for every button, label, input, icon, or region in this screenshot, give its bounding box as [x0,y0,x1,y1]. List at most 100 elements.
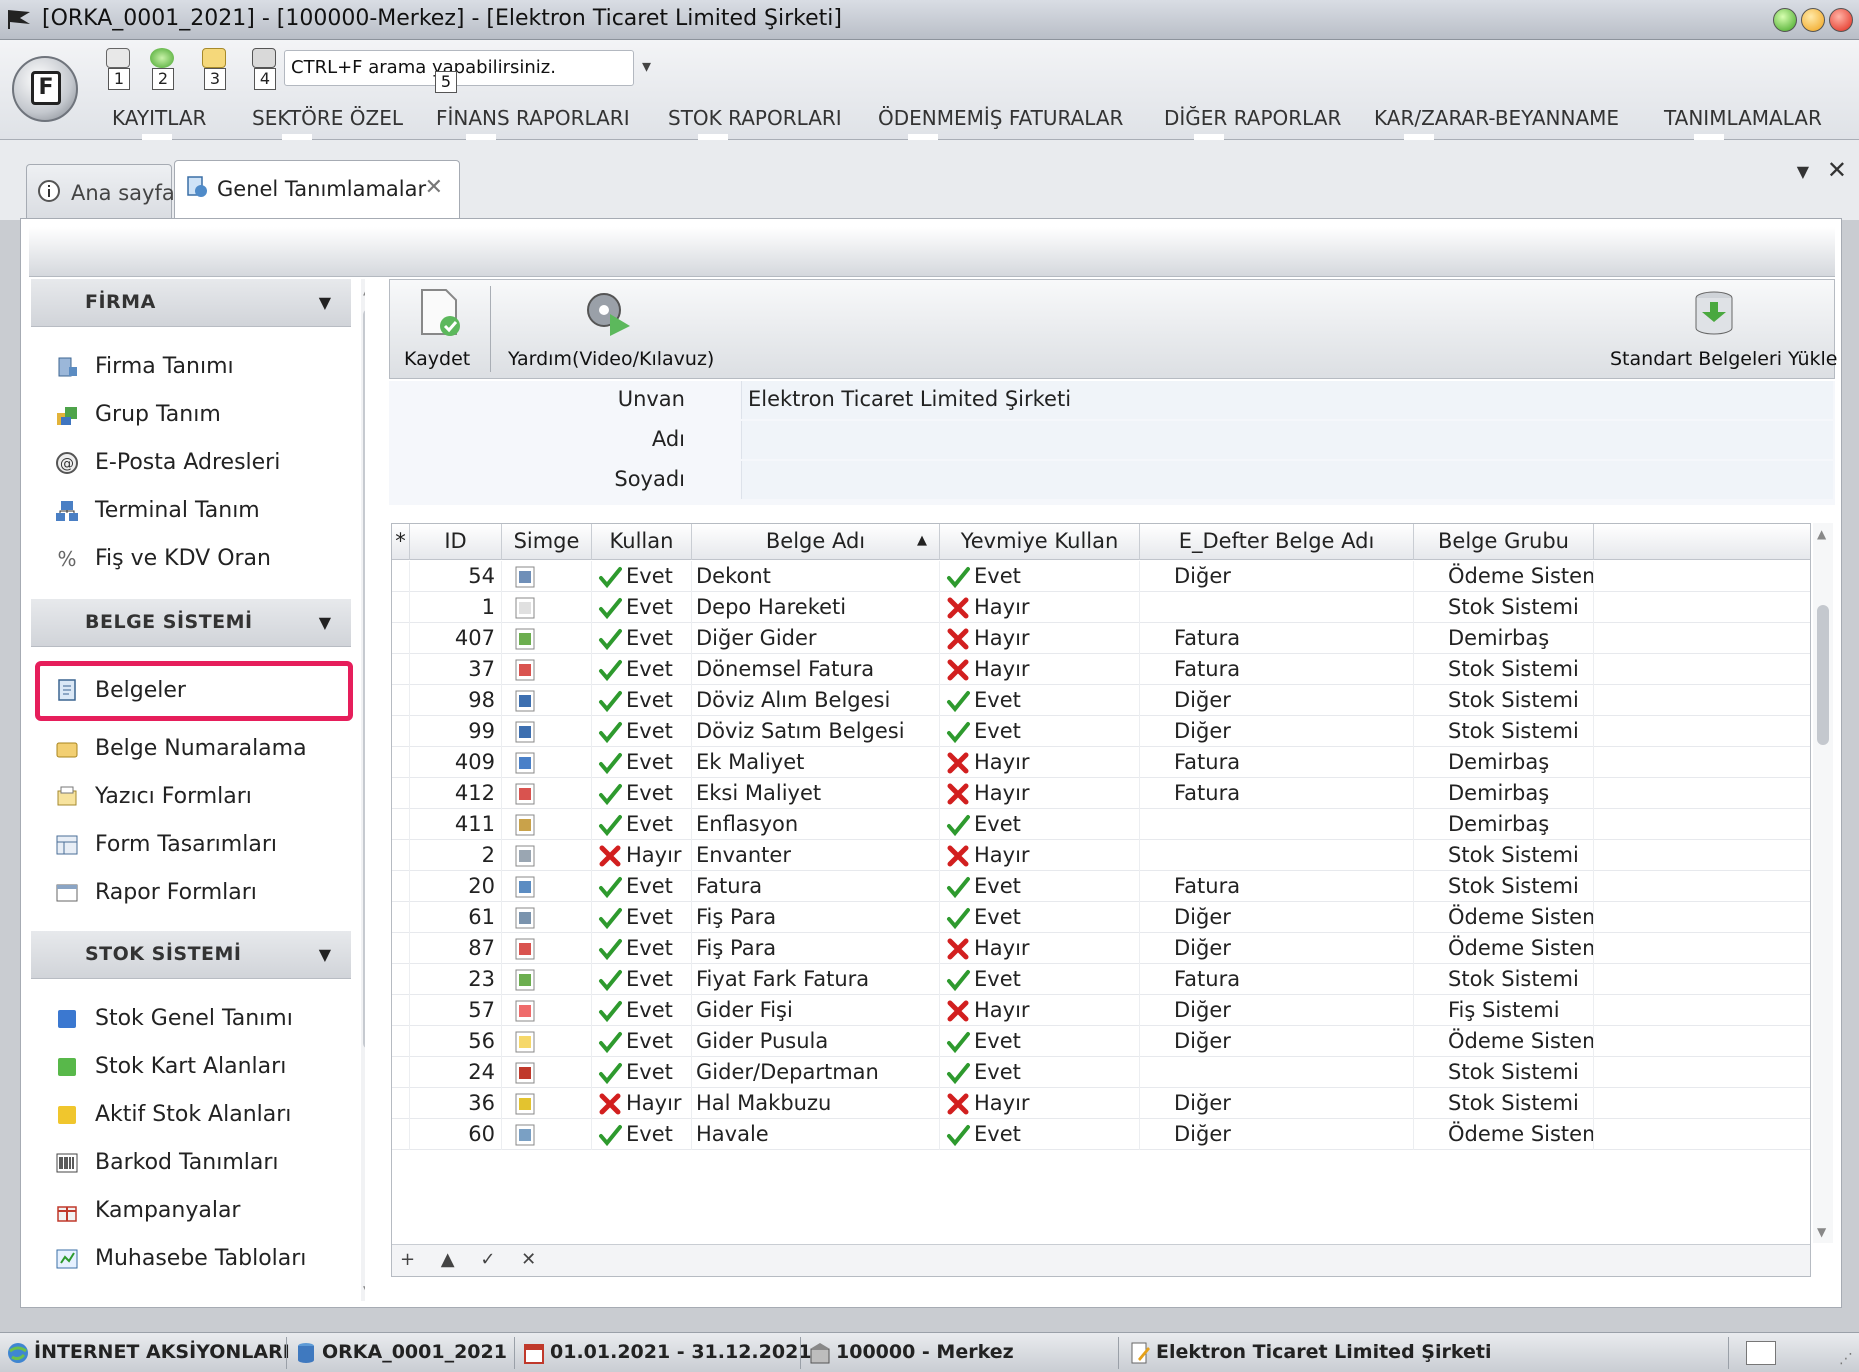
cell-e-defter-belge-adi[interactable]: Fatura [1140,623,1414,654]
cell-kullan[interactable]: Evet [592,623,692,654]
cell-id[interactable]: 54 [410,561,502,592]
maximize-button[interactable] [1801,8,1825,32]
cell-id[interactable]: 2 [410,840,502,871]
nav-item-belgeler[interactable]: Belgeler [35,661,353,721]
cell-kullan[interactable]: Evet [592,964,692,995]
cell-yevmiye-kullan[interactable]: Evet [940,1057,1140,1088]
unvan-field[interactable]: Elektron Ticaret Limited Şirketi [741,381,1833,419]
cell-belge-grubu[interactable]: Stok Sistemi [1414,964,1594,995]
minimize-button[interactable] [1773,8,1797,32]
cell-e-defter-belge-adi[interactable]: Diğer [1140,933,1414,964]
nav-item-aktif-stok-alanlari[interactable]: Aktif Stok Alanları [31,1093,351,1137]
menu-stok-raporlari[interactable]: STOK RAPORLARI [668,106,842,156]
cell-id[interactable]: 36 [410,1088,502,1119]
cell-belge-grubu[interactable]: Demirbaş [1414,778,1594,809]
scroll-thumb[interactable] [363,309,365,1049]
cell-belge-adi[interactable]: Gider Pusula [692,1026,940,1057]
column-header-id[interactable]: ID [410,524,502,560]
cell-simge[interactable] [502,1026,592,1057]
cell-belge-adi[interactable]: Döviz Satım Belgesi [692,716,940,747]
cell-e-defter-belge-adi[interactable]: Fatura [1140,964,1414,995]
collapse-arrow-icon[interactable]: ▼ [319,613,331,632]
cell-kullan[interactable]: Evet [592,809,692,840]
nav-item-stok-kart-alanlari[interactable]: Stok Kart Alanları [31,1045,351,1089]
cell-kullan[interactable]: Evet [592,933,692,964]
cell-kullan[interactable]: Evet [592,685,692,716]
search-input[interactable]: CTRL+F arama yapabilirsiniz. 5 [284,50,634,93]
cell-kullan[interactable]: Evet [592,1057,692,1088]
cell-yevmiye-kullan[interactable]: Hayır [940,778,1140,809]
cell-id[interactable]: 60 [410,1119,502,1150]
table-row[interactable]: 412 Evet Eksi Maliyet Hayır Fatura Demirbaş [392,778,1810,809]
status-panel-toggle-icon[interactable] [1746,1341,1776,1365]
resize-grip-icon[interactable]: ⋰ [1839,1351,1853,1367]
cell-belge-grubu[interactable]: Stok Sistemi [1414,592,1594,623]
menu-sektore-ozel[interactable]: SEKTÖRE ÖZEL [252,106,403,156]
scroll-up-icon[interactable]: ▲ [363,283,365,297]
cell-kullan[interactable]: Evet [592,1026,692,1057]
cell-kullan[interactable]: Evet [592,995,692,1026]
nav-item-e-posta-adresleri[interactable]: @ E-Posta Adresleri [31,441,351,485]
column-header-belge-adi[interactable]: Belge Adı ▲ [692,524,940,560]
adi-field[interactable] [741,421,1833,459]
table-row[interactable]: 411 Evet Enflasyon Evet Demirbaş [392,809,1810,840]
table-row[interactable]: 407 Evet Diğer Gider Hayır Fatura Demirbaş [392,623,1810,654]
cell-belge-adi[interactable]: Dönemsel Fatura [692,654,940,685]
table-row[interactable]: 36 Hayır Hal Makbuzu Hayır Diğer Stok Sistemi [392,1088,1810,1119]
cell-belge-grubu[interactable]: Stok Sistemi [1414,654,1594,685]
cell-kullan[interactable]: Evet [592,871,692,902]
cell-belge-grubu[interactable]: Stok Sistemi [1414,1057,1594,1088]
cell-id[interactable]: 37 [410,654,502,685]
cell-e-defter-belge-adi[interactable]: Fatura [1140,747,1414,778]
cell-kullan[interactable]: Evet [592,561,692,592]
nav-item-fis-ve-kdv-oran[interactable]: % Fiş ve KDV Oran [31,537,351,581]
cell-id[interactable]: 61 [410,902,502,933]
scroll-down-icon[interactable]: ▼ [363,1283,365,1297]
save-button[interactable]: Kaydet [400,284,480,376]
cell-yevmiye-kullan[interactable]: Evet [940,902,1140,933]
cell-e-defter-belge-adi[interactable]: Diğer [1140,685,1414,716]
cell-belge-grubu[interactable]: Ödeme Sistemi [1414,902,1594,933]
cell-belge-grubu[interactable]: Stok Sistemi [1414,1088,1594,1119]
cell-belge-adi[interactable]: Fiş Para [692,902,940,933]
cell-simge[interactable] [502,809,592,840]
cell-yevmiye-kullan[interactable]: Evet [940,685,1140,716]
cell-kullan[interactable]: Hayır [592,1088,692,1119]
cell-belge-adi[interactable]: Enflasyon [692,809,940,840]
tab-genel-tanimlamalar[interactable]: Genel Tanımlamalar ✕ [174,160,460,220]
cell-belge-grubu[interactable]: Fiş Sistemi [1414,995,1594,1026]
cell-yevmiye-kullan[interactable]: Hayır [940,995,1140,1026]
cell-yevmiye-kullan[interactable]: Hayır [940,1088,1140,1119]
column-header-new-row[interactable]: * [392,524,410,560]
cell-id[interactable]: 56 [410,1026,502,1057]
table-row[interactable]: 20 Evet Fatura Evet Fatura Stok Sistemi [392,871,1810,902]
cell-belge-adi[interactable]: Fatura [692,871,940,902]
table-row[interactable]: 57 Evet Gider Fişi Hayır Diğer Fiş Sistemi [392,995,1810,1026]
cell-simge[interactable] [502,778,592,809]
cell-belge-grubu[interactable]: Demirbaş [1414,809,1594,840]
cell-belge-grubu[interactable]: Stok Sistemi [1414,840,1594,871]
tab-list-dropdown-icon[interactable]: ▼ [1797,162,1809,181]
cell-id[interactable]: 87 [410,933,502,964]
cell-belge-adi[interactable]: Fiş Para [692,933,940,964]
cell-id[interactable]: 1 [410,592,502,623]
cell-yevmiye-kullan[interactable]: Hayır [940,933,1140,964]
cell-belge-grubu[interactable]: Stok Sistemi [1414,871,1594,902]
cell-simge[interactable] [502,654,592,685]
cell-belge-grubu[interactable]: Ödeme Sistemi [1414,1026,1594,1057]
table-row[interactable]: 2 Hayır Envanter Hayır Stok Sistemi [392,840,1810,871]
cell-e-defter-belge-adi[interactable]: Diğer [1140,995,1414,1026]
quick-access-button-1[interactable]: 1 [102,48,136,92]
table-row[interactable]: 99 Evet Döviz Satım Belgesi Evet Diğer Stok S… [392,716,1810,747]
cell-belge-adi[interactable]: Envanter [692,840,940,871]
cell-e-defter-belge-adi[interactable]: Diğer [1140,1088,1414,1119]
cell-simge[interactable] [502,685,592,716]
quick-access-button-4[interactable]: 4 [248,48,282,92]
cell-simge[interactable] [502,964,592,995]
cell-id[interactable]: 20 [410,871,502,902]
column-header-belge-grubu[interactable]: Belge Grubu [1414,524,1594,560]
cell-simge[interactable] [502,747,592,778]
cell-e-defter-belge-adi[interactable]: Fatura [1140,778,1414,809]
table-row[interactable]: 54 Evet Dekont Evet Diğer Ödeme Sistemi [392,561,1810,592]
close-window-button[interactable] [1829,8,1853,32]
